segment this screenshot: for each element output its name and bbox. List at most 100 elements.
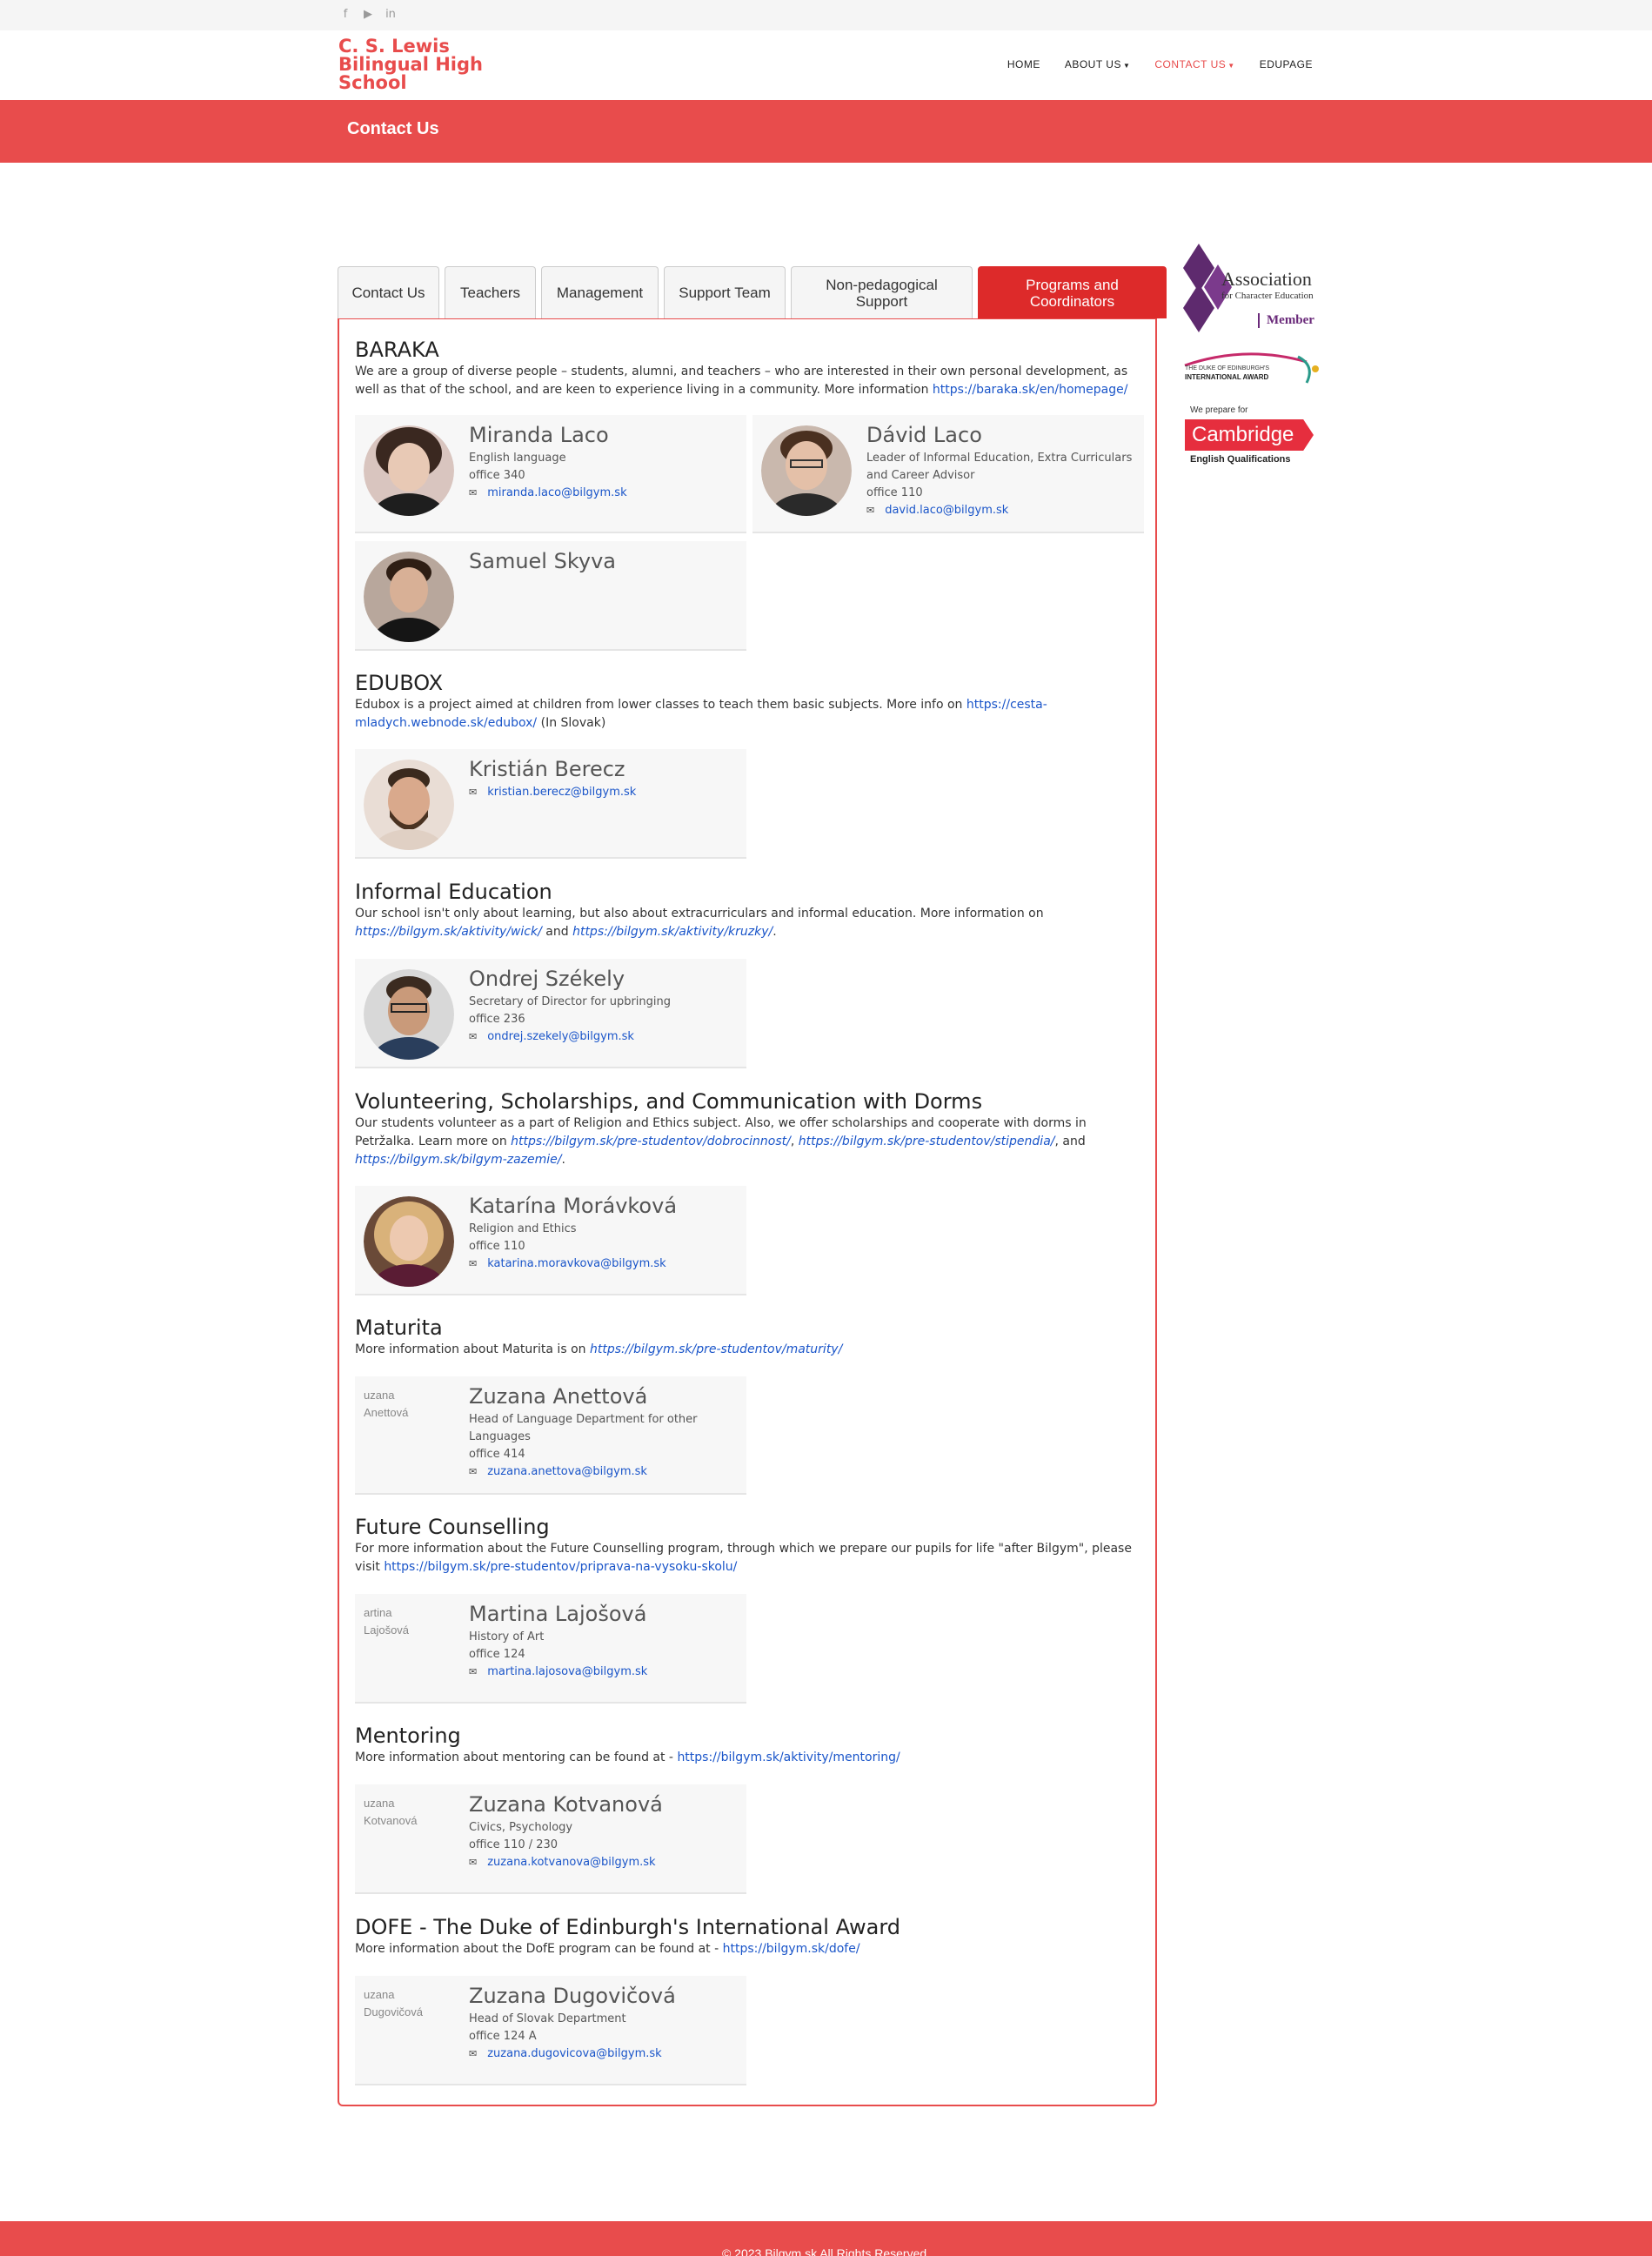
- person-role: History of Art: [469, 1630, 545, 1643]
- person-name: Zuzana Dugovičová: [469, 1984, 676, 2008]
- person-email-row: ✉ miranda.laco@bilgym.sk: [469, 485, 739, 502]
- person-office: office 124 A: [469, 2030, 537, 2043]
- person-role: Head of Language Department for other La…: [469, 1413, 698, 1443]
- person-email-link[interactable]: miranda.laco@bilgym.sk: [487, 486, 626, 499]
- dofe-link[interactable]: https://bilgym.sk/dofe/: [723, 1942, 860, 1956]
- section-title: Informal Education: [355, 880, 552, 904]
- alt-text: uzana: [364, 1797, 395, 1810]
- person-name: Katarína Morávková: [469, 1194, 678, 1218]
- tab-management[interactable]: Management: [541, 266, 659, 318]
- wick-link[interactable]: https://bilgym.sk/aktivity/wick/: [355, 925, 542, 939]
- nav-home[interactable]: HOME: [1007, 58, 1040, 70]
- baraka-link[interactable]: https://baraka.sk/en/homepage/: [933, 383, 1128, 397]
- nav-contact-label: CONTACT US: [1154, 58, 1227, 70]
- person-name: Dávid Laco: [866, 423, 982, 447]
- nav-edupage[interactable]: EDUPAGE: [1260, 58, 1313, 70]
- section-text-end: .: [772, 925, 777, 939]
- person-info: Zuzana Anettová Head of Language Departm…: [469, 1382, 739, 1481]
- envelope-icon: ✉: [469, 2048, 478, 2059]
- logo-line: School: [338, 72, 407, 93]
- social-links: f ▶ in: [338, 8, 398, 22]
- tab-support-team[interactable]: Support Team: [664, 266, 786, 318]
- stipendia-link[interactable]: https://bilgym.sk/pre-studentov/stipendi…: [799, 1135, 1055, 1148]
- section-text: Edubox is a project aimed at children fr…: [355, 696, 1086, 733]
- person-email-row: ✉ david.laco@bilgym.sk: [866, 502, 1136, 519]
- section-dofe: DOFE - The Duke of Edinburgh's Internati…: [355, 1914, 1142, 1958]
- person-role: Civics, Psychology: [469, 1821, 573, 1834]
- person-info: Martina Lajošová History of Art office 1…: [469, 1599, 739, 1681]
- maturity-link[interactable]: https://bilgym.sk/pre-studentov/maturity…: [590, 1342, 842, 1356]
- tab-contact-us[interactable]: Contact Us: [338, 266, 439, 318]
- kruzky-link[interactable]: https://bilgym.sk/aktivity/kruzky/: [572, 925, 772, 939]
- tab-teachers[interactable]: Teachers: [445, 266, 536, 318]
- person-info: Kristián Berecz ✉ kristian.berecz@bilgym.…: [469, 754, 739, 801]
- section-text: More information about the DofE program …: [355, 1940, 1142, 1958]
- avatar: [364, 969, 454, 1060]
- person-role: Leader of Informal Education, Extra Curr…: [866, 452, 1133, 482]
- linkedin-icon[interactable]: in: [384, 8, 398, 22]
- envelope-icon: ✉: [469, 1666, 478, 1677]
- section-text-body: More information about Maturita is on: [355, 1342, 590, 1356]
- cambridge-badge[interactable]: We prepare for Cambridge English Qualifi…: [1176, 402, 1324, 472]
- person-email-link[interactable]: zuzana.kotvanova@bilgym.sk: [487, 1856, 655, 1869]
- section-text-body: Edubox is a project aimed at children fr…: [355, 698, 966, 712]
- envelope-icon: ✉: [469, 1031, 478, 1042]
- envelope-icon: ✉: [866, 505, 875, 516]
- person-office: office 414: [469, 1448, 525, 1461]
- person-office: office 110: [866, 486, 923, 499]
- future-link[interactable]: https://bilgym.sk/pre-studentov/priprava…: [384, 1560, 737, 1574]
- logo-line: Bilingual High: [338, 54, 483, 75]
- contact-tabs: Contact Us Teachers Management Support T…: [338, 266, 1167, 318]
- person-email-link[interactable]: katarina.moravkova@bilgym.sk: [487, 1257, 665, 1270]
- ace-member-badge[interactable]: Association for Character Education Memb…: [1176, 240, 1324, 336]
- site-footer: © 2023 Bilgym.sk All Rights Reserved.: [0, 2221, 1652, 2256]
- cambridge-sub: English Qualifications: [1190, 454, 1291, 465]
- person-email-link[interactable]: kristian.berecz@bilgym.sk: [487, 786, 636, 799]
- avatar: [761, 425, 852, 516]
- person-office: office 236: [469, 1013, 525, 1026]
- section-future-counselling: Future Counselling For more information …: [355, 1514, 1142, 1577]
- main-nav: HOME ABOUT US ▼ CONTACT US ▼ EDUPAGE: [1007, 58, 1313, 70]
- youtube-icon[interactable]: ▶: [361, 8, 375, 22]
- facebook-icon[interactable]: f: [338, 8, 352, 22]
- nav-contact[interactable]: CONTACT US ▼: [1154, 58, 1234, 70]
- avatar: [364, 1196, 454, 1287]
- person-card: Katarína Morávková Religion and Ethics o…: [355, 1186, 746, 1295]
- alt-text: artina: [364, 1606, 392, 1619]
- section-text-sep: ,: [790, 1135, 799, 1148]
- tab-non-pedagogical-support[interactable]: Non-pedagogical Support: [791, 266, 973, 318]
- dofe-award-logo[interactable]: THE DUKE OF EDINBURGH'S INTERNATIONAL AW…: [1176, 348, 1324, 392]
- nav-about[interactable]: ABOUT US ▼: [1065, 58, 1131, 70]
- section-text-end: .: [561, 1153, 565, 1167]
- person-role: English language: [469, 452, 566, 465]
- section-title: Maturita: [355, 1315, 443, 1340]
- person-email-link[interactable]: zuzana.dugovicova@bilgym.sk: [487, 2047, 661, 2060]
- section-edubox: EDUBOX Edubox is a project aimed at chil…: [355, 670, 1086, 733]
- tab-programs-coordinators[interactable]: Programs and Coordinators: [978, 266, 1167, 318]
- zazemie-link[interactable]: https://bilgym.sk/bilgym-zazemie/: [355, 1153, 562, 1167]
- section-title: Future Counselling: [355, 1515, 550, 1539]
- avatar-broken-image: uzana Dugovičová: [364, 1986, 454, 2077]
- person-email-link[interactable]: ondrej.szekely@bilgym.sk: [487, 1030, 634, 1043]
- person-email-link[interactable]: zuzana.anettova@bilgym.sk: [487, 1465, 647, 1478]
- person-email-row: ✉ zuzana.anettova@bilgym.sk: [469, 1463, 739, 1481]
- alt-text: Anettová: [364, 1406, 409, 1419]
- sidebar: Association for Character Education Memb…: [1176, 240, 1324, 472]
- section-text-mid: , and: [1054, 1135, 1086, 1148]
- person-email-row: ✉ ondrej.szekely@bilgym.sk: [469, 1028, 739, 1046]
- person-email-link[interactable]: david.laco@bilgym.sk: [885, 504, 1008, 517]
- person-info: Dávid Laco Leader of Informal Education,…: [866, 420, 1136, 519]
- envelope-icon: ✉: [469, 787, 478, 798]
- avatar-broken-image: uzana Anettová: [364, 1387, 454, 1477]
- person-info: Samuel Skyva: [469, 546, 739, 576]
- alt-text: Lajošová: [364, 1623, 410, 1637]
- dofe-big-text: INTERNATIONAL AWARD: [1185, 373, 1269, 381]
- tab-panel: BARAKA We are a group of diverse people …: [338, 318, 1157, 2106]
- alt-text: uzana: [364, 1389, 395, 1402]
- dobrocinnost-link[interactable]: https://bilgym.sk/pre-studentov/dobrocin…: [511, 1135, 791, 1148]
- person-card: uzana Kotvanová Zuzana Kotvanová Civics,…: [355, 1784, 746, 1894]
- mentoring-link[interactable]: https://bilgym.sk/aktivity/mentoring/: [677, 1751, 900, 1764]
- person-email-row: ✉ kristian.berecz@bilgym.sk: [469, 784, 739, 801]
- site-logo[interactable]: C. S. Lewis Bilingual High School: [338, 37, 512, 92]
- person-email-link[interactable]: martina.lajosova@bilgym.sk: [487, 1665, 647, 1678]
